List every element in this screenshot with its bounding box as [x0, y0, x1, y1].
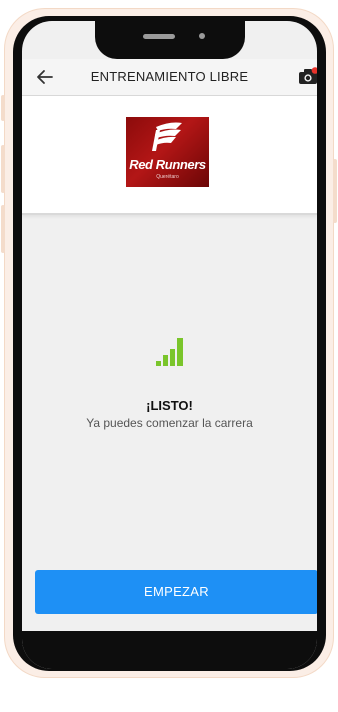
- red-runners-logo: Red Runners Querétaro: [126, 117, 209, 187]
- signal-strength-icon: [156, 338, 183, 366]
- side-button: [1, 95, 5, 121]
- side-button: [1, 205, 5, 253]
- speaker-grille: [143, 34, 175, 39]
- arrow-left-icon[interactable]: [34, 66, 56, 88]
- ready-heading: ¡LISTO!: [146, 398, 193, 413]
- bottom-bezel: [22, 631, 317, 669]
- ready-subtitle: Ya puedes comenzar la carrera: [86, 416, 253, 430]
- camera-icon[interactable]: [298, 67, 317, 85]
- phone-frame: ENTRENAMIENTO LIBRE Red Runners Querétar…: [1, 9, 337, 677]
- logo-brand-text: Red Runners: [129, 157, 206, 172]
- side-button: [333, 159, 337, 223]
- start-button[interactable]: EMPEZAR: [35, 570, 317, 614]
- phone-notch: [95, 21, 245, 59]
- front-camera: [199, 33, 205, 39]
- app-screen: ENTRENAMIENTO LIBRE Red Runners Querétar…: [22, 21, 317, 669]
- app-header: ENTRENAMIENTO LIBRE: [22, 59, 317, 96]
- page-title: ENTRENAMIENTO LIBRE: [90, 69, 249, 84]
- club-logo-panel: Red Runners Querétaro: [22, 96, 317, 215]
- side-button: [1, 145, 5, 193]
- logo-tagline: Querétaro: [156, 174, 179, 180]
